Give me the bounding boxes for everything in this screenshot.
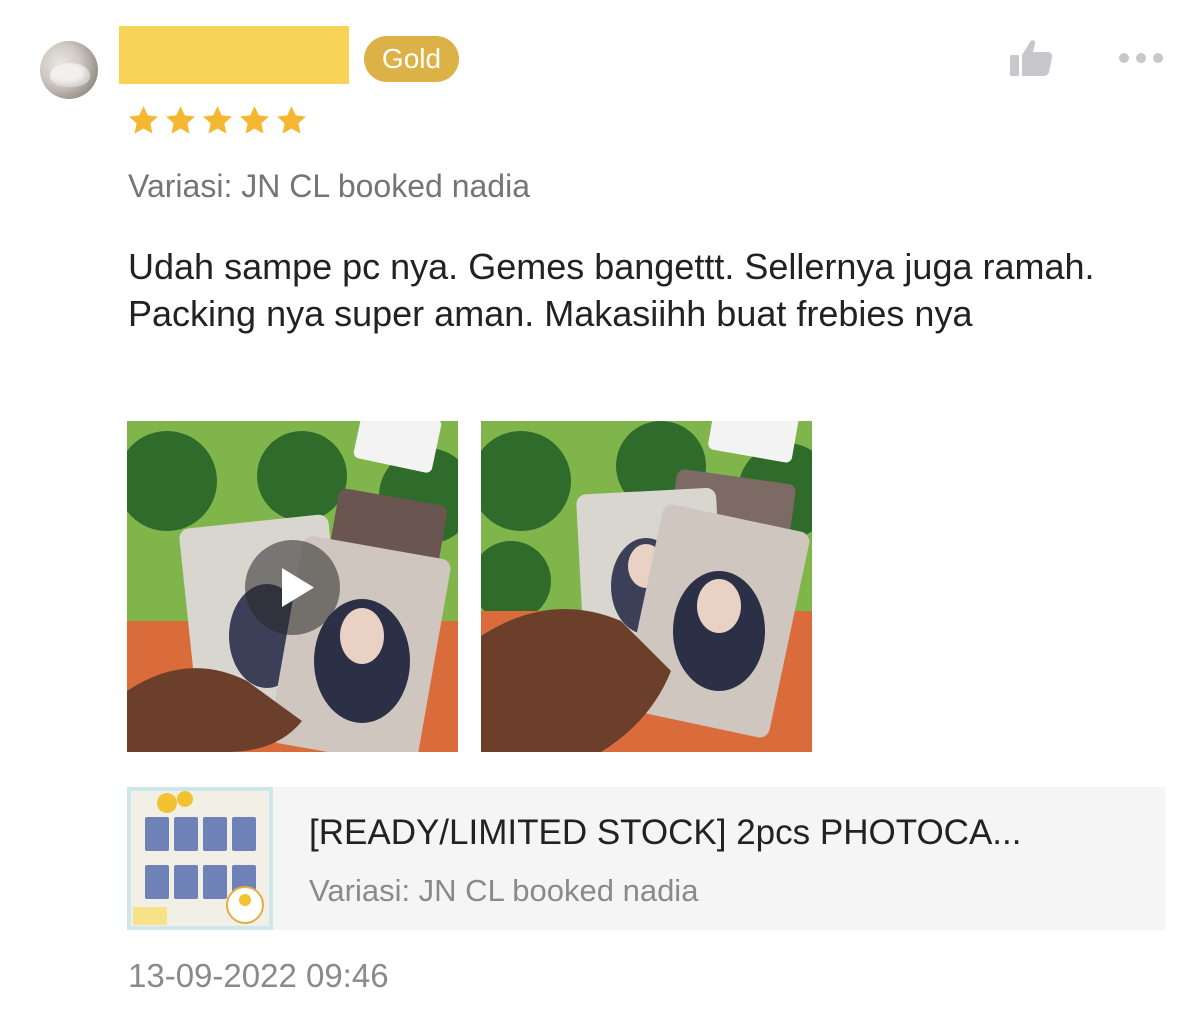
review-text: Udah sampe pc nya. Gemes bangettt. Selle… xyxy=(128,246,1095,334)
star-rating xyxy=(127,104,308,140)
product-thumbnail xyxy=(127,787,273,930)
review-photo[interactable] xyxy=(481,421,812,752)
star-icon xyxy=(240,106,269,134)
product-variation: Variasi: JN CL booked nadia xyxy=(309,873,699,908)
thumbs-up-icon[interactable] xyxy=(1008,38,1054,78)
product-card[interactable]: [READY/LIMITED STOCK] 2pcs PHOTOCA... Va… xyxy=(127,787,1165,930)
username-redacted xyxy=(119,26,349,84)
review-variation: Variasi: JN CL booked nadia xyxy=(128,168,530,204)
star-icon xyxy=(277,106,306,134)
star-icon xyxy=(203,106,232,134)
avatar[interactable] xyxy=(40,41,98,99)
star-icon xyxy=(166,106,195,134)
more-horizontal-icon[interactable] xyxy=(1116,48,1166,68)
member-badge: Gold xyxy=(364,36,459,82)
play-icon[interactable] xyxy=(245,540,340,635)
star-icon xyxy=(129,106,158,134)
avatar-cat-image xyxy=(50,63,90,87)
product-title: [READY/LIMITED STOCK] 2pcs PHOTOCA... xyxy=(309,813,1022,852)
review-timestamp: 13-09-2022 09:46 xyxy=(128,957,389,994)
